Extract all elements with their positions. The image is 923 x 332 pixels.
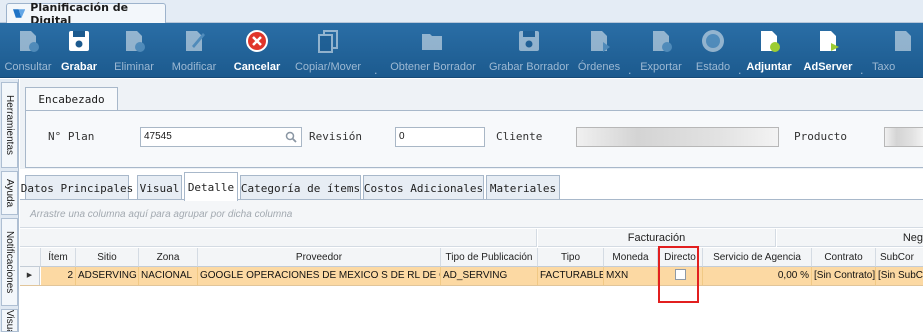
column-header-tipo[interactable]: Tipo: [538, 248, 604, 267]
document-tab[interactable]: Planificación de Digital: [6, 1, 166, 27]
save-icon: [69, 31, 89, 51]
orders-button[interactable]: Órdenes: [574, 23, 624, 78]
tab-detalle[interactable]: Detalle: [184, 172, 238, 201]
column-header-item[interactable]: Ítem: [41, 248, 76, 267]
header-fields-box: N° Plan 47545 Revisión 0 Cliente Product…: [25, 110, 923, 168]
export-icon: [653, 31, 672, 52]
edit-button[interactable]: Modificar: [166, 23, 222, 78]
adserver-button[interactable]: AdServer: [800, 23, 856, 78]
product-field[interactable]: [884, 127, 923, 147]
attach-icon: [761, 31, 780, 52]
product-label: Producto: [794, 130, 847, 143]
folder-open-icon: [422, 34, 442, 50]
attach-button[interactable]: Adjuntar: [744, 23, 794, 78]
ribbon-toolbar: Consultar Grabar Eliminar Modificar Canc…: [0, 23, 923, 78]
column-header-servicio-agencia[interactable]: Servicio de Agencia: [703, 248, 812, 267]
copy-move-button[interactable]: Copiar/Mover: [290, 23, 366, 78]
group-by-hint[interactable]: Arrastre una columna aquí para agrupar p…: [20, 200, 923, 228]
app-logo-icon: [13, 9, 26, 18]
consult-button[interactable]: Consultar: [3, 23, 53, 78]
adserver-icon: [820, 31, 839, 51]
side-panel: Herramientas Ayuda Notificaciones Visual: [0, 79, 19, 332]
tab-materiales[interactable]: Materiales: [486, 175, 560, 200]
column-header-zona[interactable]: Zona: [139, 248, 198, 267]
revision-value: 0: [399, 131, 405, 142]
column-header-contrato[interactable]: Contrato: [812, 248, 876, 267]
band-negocio: Neg: [777, 229, 923, 247]
tab-visual[interactable]: Visual: [137, 175, 182, 200]
client-field[interactable]: [576, 127, 779, 147]
side-tab-notificaciones[interactable]: Notificaciones: [1, 218, 18, 306]
column-header-sitio[interactable]: Sitio: [76, 248, 139, 267]
revision-label: Revisión: [309, 130, 362, 143]
header-section: Encabezado N° Plan 47545 Revisión 0 Clie…: [20, 79, 923, 169]
cell-servicio-agencia[interactable]: 0,00 %: [703, 267, 812, 285]
column-header-proveedor[interactable]: Proveedor: [198, 248, 441, 267]
save-draft-icon: [519, 31, 539, 51]
cell-item[interactable]: 2: [41, 267, 76, 285]
column-header-tipo-publicacion[interactable]: Tipo de Publicación: [441, 248, 538, 267]
search-icon[interactable]: [285, 131, 297, 143]
cell-sitio[interactable]: ADSERVING: [76, 267, 139, 285]
column-header-subcontrato[interactable]: SubCor: [876, 248, 923, 267]
detail-tab-strip: Datos Principales Visual Detalle Categor…: [20, 169, 923, 201]
cell-tipo-publicacion[interactable]: AD_SERVING: [441, 267, 538, 285]
directo-highlight-box: [658, 246, 699, 303]
row-indicator-header: [20, 248, 41, 267]
column-header-moneda[interactable]: Moneda: [604, 248, 658, 267]
tab-datos-principales[interactable]: Datos Principales: [21, 175, 133, 200]
tab-costos-adicionales[interactable]: Costos Adicionales: [363, 175, 484, 200]
get-draft-button[interactable]: Obtener Borrador: [382, 23, 484, 78]
document-tab-strip: Planificación de Digital: [0, 0, 923, 27]
save-button[interactable]: Grabar: [57, 23, 101, 78]
band-facturacion: Facturación: [538, 229, 776, 247]
cell-moneda[interactable]: MXN: [604, 267, 658, 285]
plan-number-value: 47545: [144, 131, 172, 142]
export-button[interactable]: Exportar: [636, 23, 686, 78]
cancel-button[interactable]: Cancelar: [230, 23, 284, 78]
header-group-tab[interactable]: Encabezado: [25, 87, 118, 111]
revision-field[interactable]: 0: [395, 127, 485, 147]
cell-tipo[interactable]: FACTURABLE: [538, 267, 604, 285]
side-tab-herramientas[interactable]: Herramientas: [1, 82, 18, 168]
consult-icon: [20, 31, 39, 52]
row-indicator[interactable]: ▶: [20, 267, 40, 285]
status-icon: [702, 30, 724, 52]
cell-contrato[interactable]: [Sin Contrato]: [812, 267, 876, 285]
band-general: [20, 229, 537, 247]
cancel-icon: [246, 30, 268, 52]
copy-icon: [318, 30, 338, 53]
taxonomy-button[interactable]: Taxo: [868, 23, 923, 78]
delete-icon: [126, 31, 145, 52]
taxonomy-icon: [895, 31, 911, 51]
cell-proveedor[interactable]: GOOGLE OPERACIONES DE MEXICO S DE RL DE …: [198, 267, 441, 285]
side-tab-visual[interactable]: Visual: [1, 309, 18, 332]
cell-subcontrato[interactable]: [Sin SubC: [876, 267, 923, 285]
cell-zona[interactable]: NACIONAL: [139, 267, 198, 285]
tab-categoria-items[interactable]: Categoría de ítems: [240, 175, 361, 200]
orders-icon: [591, 31, 610, 52]
detail-grid: Arrastre una columna aquí para agrupar p…: [20, 200, 923, 332]
edit-icon: [186, 31, 205, 51]
client-label: Cliente: [496, 130, 543, 143]
plan-number-field[interactable]: 47545: [140, 127, 302, 147]
plan-label: N° Plan: [48, 130, 95, 143]
save-draft-button[interactable]: Grabar Borrador: [487, 23, 571, 78]
side-tab-ayuda[interactable]: Ayuda: [1, 171, 18, 215]
row-divider: [20, 285, 923, 286]
status-button[interactable]: Estado: [690, 23, 736, 78]
delete-button[interactable]: Eliminar: [110, 23, 158, 78]
